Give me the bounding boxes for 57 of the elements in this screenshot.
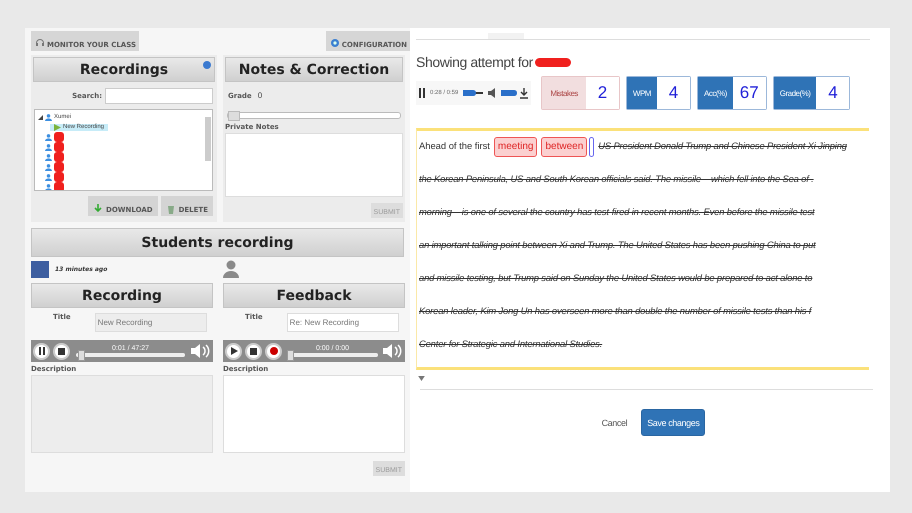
volume-icon[interactable]: [383, 343, 403, 359]
private-notes-field[interactable]: [225, 133, 403, 197]
expand-icon[interactable]: [418, 376, 425, 381]
untyped-text: Center for Strategic and International Studies.: [419, 337, 602, 351]
panel-header: Recordings: [33, 57, 215, 82]
stat-label: Grade(%): [774, 77, 816, 109]
passage-text: Ahead of the first: [419, 139, 490, 153]
user-icon: [45, 154, 52, 160]
record-button[interactable]: [265, 342, 282, 360]
expander-icon[interactable]: [38, 114, 43, 120]
panel-header: Recording: [31, 283, 213, 308]
mistake-word: between: [541, 137, 588, 157]
download-icon: [93, 204, 104, 214]
user-icon: [45, 174, 52, 180]
gear-icon: [328, 37, 341, 49]
panel-header: Notes & Correction: [225, 57, 403, 82]
user-icon: [45, 184, 52, 190]
panel-header: Feedback: [223, 283, 405, 308]
stop-icon: [58, 348, 65, 354]
stat-label: Mistakes: [542, 77, 586, 109]
play-icon: [230, 347, 238, 355]
untyped-text: morning – is one of several the country has test-fired in recent months. Even before the missile test: [419, 205, 814, 219]
untyped-text: Korean leader, Kim Jong Un has overseen more than double the number of missile tests than his f: [419, 304, 812, 318]
stat-label: WPM: [626, 77, 657, 109]
record-icon: [270, 347, 278, 355]
pause-icon: [38, 347, 46, 355]
user-icon: [45, 114, 52, 120]
stop-icon: [250, 348, 257, 354]
pause-icon[interactable]: [419, 88, 425, 98]
untyped-text: US President Donald Trump and Chinese President Xi Jinping: [598, 139, 847, 153]
untyped-text: and missile testing, but Trump said on Sunday the United States would be prepared to act alone to: [419, 271, 812, 285]
play-button[interactable]: [225, 342, 242, 360]
save-changes-button[interactable]: Save changes: [641, 409, 706, 436]
redaction-mark: [534, 58, 571, 66]
description-field[interactable]: [223, 375, 405, 453]
avatar-photo-placeholder: [31, 260, 49, 278]
user-icon: [222, 260, 238, 278]
stat-label: Acc(%): [698, 77, 733, 109]
grade-slider[interactable]: [227, 112, 401, 119]
speaker-icon[interactable]: [488, 88, 496, 98]
download-icon[interactable]: [520, 88, 528, 98]
cancel-button[interactable]: Cancel: [596, 416, 634, 428]
user-icon: [45, 164, 52, 170]
mistake-word: meeting: [494, 137, 538, 157]
attempt-heading: Showing attempt for: [416, 54, 533, 70]
title-field[interactable]: Re: New Recording: [286, 313, 399, 332]
headset-icon: [34, 37, 46, 49]
help-icon[interactable]: [203, 61, 211, 69]
section-header: Students recording: [31, 228, 404, 257]
search-field[interactable]: [105, 88, 213, 104]
grade-value: 0: [258, 91, 262, 100]
stop-button[interactable]: [245, 342, 262, 360]
untyped-text: the Korean Peninsula, US and South Korean officials said. The missile – which fell into the Sea of .: [419, 172, 814, 186]
user-icon: [45, 144, 52, 150]
user-icon: [45, 134, 52, 140]
untyped-text: an important talking point between Xi and Trump. The United States has been pushing China to put: [419, 238, 816, 252]
trash-icon: [166, 204, 176, 214]
